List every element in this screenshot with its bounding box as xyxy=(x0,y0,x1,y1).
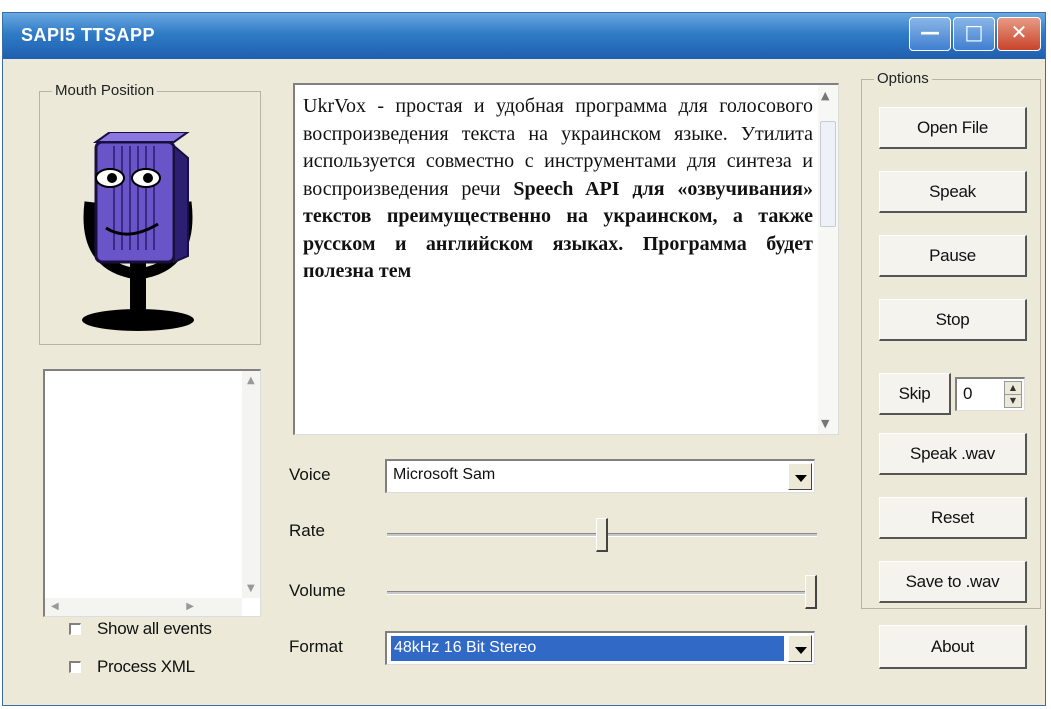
maximize-icon: □ xyxy=(964,20,984,44)
scroll-left-icon[interactable]: ◀ xyxy=(51,601,59,612)
options-label: Options xyxy=(874,70,932,87)
chevron-down-icon[interactable] xyxy=(788,463,812,490)
stop-button[interactable]: Stop xyxy=(879,299,1027,341)
volume-slider-track[interactable] xyxy=(387,591,817,595)
open-file-button[interactable]: Open File xyxy=(879,107,1027,149)
scroll-down-icon[interactable]: ▼ xyxy=(821,417,829,430)
speak-wav-button[interactable]: Speak .wav xyxy=(879,433,1027,475)
speech-text-content[interactable]: UkrVox - простая и удобная программа для… xyxy=(303,93,813,286)
title-bar[interactable]: SAPI5 TTSAPP — □ ✕ xyxy=(3,13,1045,59)
events-list[interactable]: ▲ ▼ ◀ ▶ xyxy=(43,369,261,617)
events-list-vscrollbar[interactable]: ▲ ▼ xyxy=(242,371,260,598)
rate-slider-thumb[interactable] xyxy=(596,518,608,552)
spin-down-icon[interactable]: ▼ xyxy=(1004,394,1022,408)
scroll-up-icon[interactable]: ▲ xyxy=(821,89,829,102)
scroll-up-icon[interactable]: ▲ xyxy=(247,375,255,386)
show-all-events-checkbox[interactable]: Show all events xyxy=(69,619,212,639)
microphone-face-icon xyxy=(82,132,194,331)
format-select[interactable]: 48kHz 16 Bit Stereo xyxy=(385,631,815,665)
voice-value: Microsoft Sam xyxy=(393,466,496,483)
process-xml-checkbox[interactable]: Process XML xyxy=(69,657,195,677)
mouth-position-label: Mouth Position xyxy=(52,82,158,99)
scroll-down-icon[interactable]: ▼ xyxy=(247,583,255,594)
checkbox-box[interactable] xyxy=(69,623,81,635)
skip-button[interactable]: Skip xyxy=(879,373,951,415)
scroll-thumb[interactable] xyxy=(820,121,836,227)
mouth-position-group: Mouth Position xyxy=(39,82,261,345)
maximize-button[interactable]: □ xyxy=(953,17,995,51)
spin-up-icon[interactable]: ▲ xyxy=(1004,381,1022,395)
skip-count-spinner[interactable]: 0 ▲ ▼ xyxy=(955,377,1025,411)
minimize-button[interactable]: — xyxy=(909,17,951,51)
format-value: 48kHz 16 Bit Stereo xyxy=(391,636,784,661)
show-all-events-label: Show all events xyxy=(97,619,212,638)
events-list-hscrollbar[interactable]: ◀ ▶ xyxy=(45,598,242,616)
close-button[interactable]: ✕ xyxy=(997,17,1041,51)
app-window: SAPI5 TTSAPP — □ ✕ Mouth Position ▲ ▼ ◀ … xyxy=(2,12,1046,706)
voice-label: Voice xyxy=(289,465,331,484)
volume-slider-thumb[interactable] xyxy=(805,575,817,609)
about-button[interactable]: About xyxy=(879,625,1027,669)
volume-label: Volume xyxy=(289,581,346,600)
chevron-down-icon[interactable] xyxy=(788,635,812,662)
pause-button[interactable]: Pause xyxy=(879,235,1027,277)
window-title: SAPI5 TTSAPP xyxy=(21,25,156,45)
skip-count-value: 0 xyxy=(963,384,973,403)
speak-button[interactable]: Speak xyxy=(879,171,1027,213)
close-icon: ✕ xyxy=(1010,20,1028,44)
minimize-icon: — xyxy=(920,20,940,44)
scroll-right-icon[interactable]: ▶ xyxy=(186,601,194,612)
checkbox-box[interactable] xyxy=(69,661,81,673)
reset-button[interactable]: Reset xyxy=(879,497,1027,539)
rate-label: Rate xyxy=(289,521,325,540)
process-xml-label: Process XML xyxy=(97,657,195,676)
save-to-wav-button[interactable]: Save to .wav xyxy=(879,561,1027,603)
voice-select[interactable]: Microsoft Sam xyxy=(385,459,815,493)
speech-text-area[interactable]: UkrVox - простая и удобная программа для… xyxy=(293,83,839,435)
text-area-scrollbar[interactable]: ▲ ▼ xyxy=(818,85,838,434)
format-label: Format xyxy=(289,637,343,656)
